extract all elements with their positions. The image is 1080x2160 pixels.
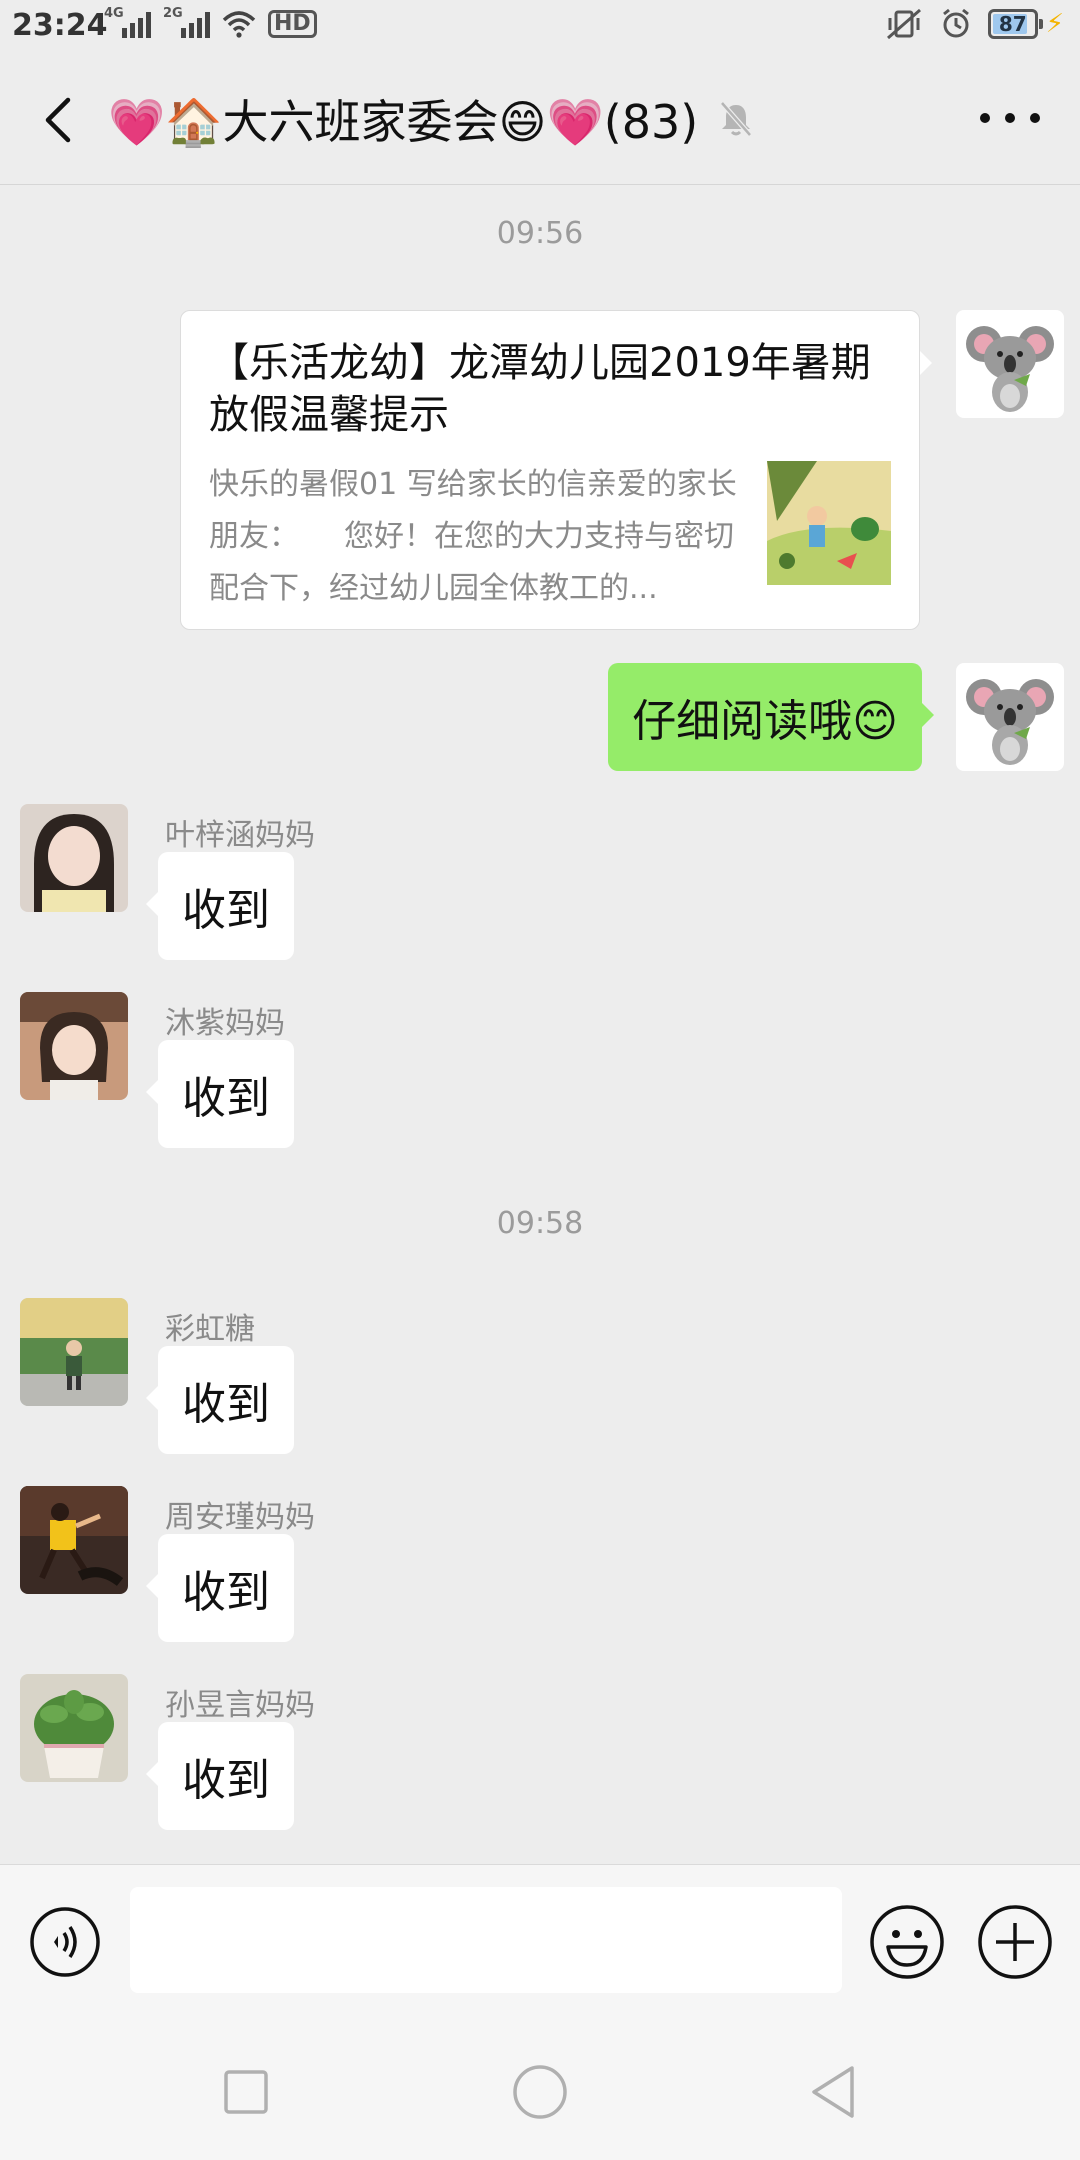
member-message-bubble[interactable]: 收到 xyxy=(146,852,294,960)
member-message-text: 收到 xyxy=(182,1379,270,1430)
time-separator-1: 09:56 xyxy=(496,216,584,251)
input-bar xyxy=(0,1864,1080,2025)
voice-icon[interactable] xyxy=(28,1905,102,1979)
status-left-icons: 4G 2G HD xyxy=(104,6,317,38)
self-avatar-koala[interactable] xyxy=(956,663,1064,771)
charging-bolt-icon: ⚡ xyxy=(1045,9,1064,39)
back-arrow-icon[interactable] xyxy=(36,92,84,148)
muted-bell-icon xyxy=(720,101,753,137)
signal-4g-label: 4G xyxy=(104,6,124,21)
member-message-text: 收到 xyxy=(182,1567,270,1618)
battery-level: 87 xyxy=(998,12,1027,36)
chat-header: 💗🏠大六班家委会😄💗(83) xyxy=(0,56,1080,185)
member-avatar[interactable] xyxy=(20,1298,128,1406)
alarm-icon xyxy=(942,8,969,38)
time-separator-2: 09:58 xyxy=(496,1206,584,1241)
home-circle-icon[interactable] xyxy=(508,2060,572,2124)
self-avatar-koala[interactable] xyxy=(956,310,1064,418)
sender-name: 彩虹糖 xyxy=(165,1312,255,1347)
message-input[interactable] xyxy=(130,1887,842,1993)
member-avatar[interactable] xyxy=(20,1486,128,1594)
chat-area[interactable]: 09:56 【乐活龙幼】龙潭幼儿园2019年暑期放假温馨提示 快乐的暑假01 写… xyxy=(0,184,1080,1864)
back-triangle-icon[interactable] xyxy=(802,2060,866,2124)
member-message-text: 收到 xyxy=(182,1073,270,1124)
member-avatar[interactable] xyxy=(20,804,128,912)
member-message-text: 收到 xyxy=(182,885,270,936)
member-message-text: 收到 xyxy=(182,1755,270,1806)
chat-title-wrap: 💗🏠大六班家委会😄💗(83) xyxy=(108,86,756,152)
status-right-icons: 87 ⚡ xyxy=(884,8,1064,40)
hd-badge: HD xyxy=(268,10,317,38)
more-dots-icon[interactable] xyxy=(980,106,1040,130)
plus-icon[interactable] xyxy=(976,1903,1054,1981)
self-message-text: 仔细阅读哦😊 xyxy=(632,696,898,747)
member-message-bubble[interactable]: 收到 xyxy=(146,1534,294,1642)
signal-2g-label: 2G xyxy=(163,6,183,21)
sender-name: 叶梓涵妈妈 xyxy=(165,818,315,853)
shared-article-card[interactable]: 【乐活龙幼】龙潭幼儿园2019年暑期放假温馨提示 快乐的暑假01 写给家长的信亲… xyxy=(180,310,932,630)
status-time: 23:24 xyxy=(12,8,108,43)
vibrate-off-icon xyxy=(886,8,921,40)
sender-name: 周安瑾妈妈 xyxy=(165,1500,315,1535)
chat-title: 💗🏠大六班家委会😄💗(83) xyxy=(108,95,699,149)
wifi-icon xyxy=(222,11,256,38)
recents-square-icon[interactable] xyxy=(214,2060,278,2124)
sender-name: 沐紫妈妈 xyxy=(165,1006,285,1041)
member-avatar[interactable] xyxy=(20,1674,128,1782)
article-thumbnail xyxy=(767,461,891,585)
member-message-bubble[interactable]: 收到 xyxy=(146,1346,294,1454)
sender-name: 孙昱言妈妈 xyxy=(165,1688,315,1723)
article-title: 【乐活龙幼】龙潭幼儿园2019年暑期放假温馨提示 xyxy=(209,340,871,438)
signal-2g-icon: 2G xyxy=(163,6,210,38)
signal-4g-icon: 4G xyxy=(104,6,151,38)
system-nav-bar xyxy=(0,2024,1080,2160)
emoji-icon[interactable] xyxy=(868,1903,946,1981)
member-avatar[interactable] xyxy=(20,992,128,1100)
status-bar: 23:24 4G 2G HD 87 ⚡ xyxy=(0,0,1080,56)
article-description: 快乐的暑假01 写给家长的信亲爱的家长朋友： 您好！在您的大力支持与密切配合下，… xyxy=(209,467,737,606)
member-message-bubble[interactable]: 收到 xyxy=(146,1722,294,1830)
battery-icon: 87 xyxy=(987,9,1043,39)
member-message-bubble[interactable]: 收到 xyxy=(146,1040,294,1148)
self-message-bubble[interactable]: 仔细阅读哦😊 xyxy=(608,663,934,771)
